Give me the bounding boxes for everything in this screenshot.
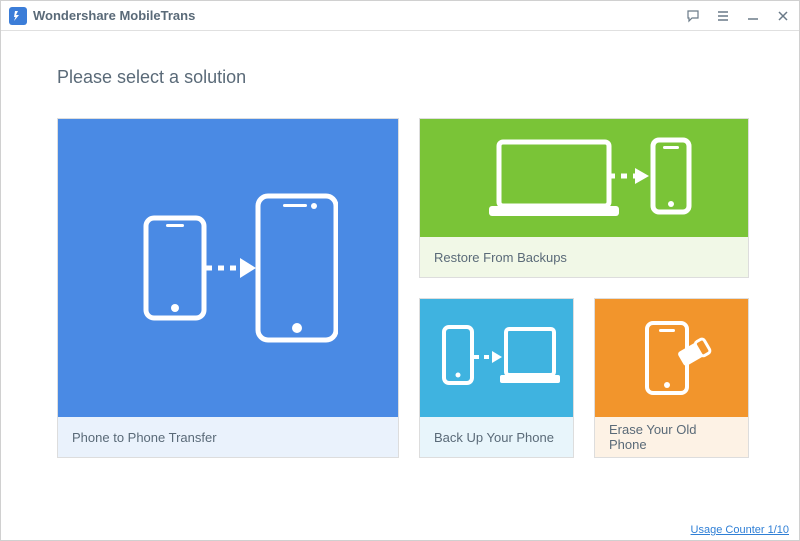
main-content: Please select a solution: [1, 31, 799, 458]
app-title: Wondershare MobileTrans: [33, 8, 685, 23]
tile-phone-to-phone-transfer[interactable]: Phone to Phone Transfer: [57, 118, 399, 458]
menu-icon[interactable]: [715, 8, 731, 24]
tile-label: Phone to Phone Transfer: [58, 417, 398, 457]
window-controls: [685, 8, 791, 24]
tile-restore-from-backups[interactable]: Restore From Backups: [419, 118, 749, 278]
minimize-button[interactable]: [745, 8, 761, 24]
app-logo-icon: [9, 7, 27, 25]
backup-icon: [420, 299, 573, 417]
titlebar: Wondershare MobileTrans: [1, 1, 799, 31]
tile-label: Back Up Your Phone: [420, 417, 573, 457]
tile-back-up-your-phone[interactable]: Back Up Your Phone: [419, 298, 574, 458]
feedback-icon[interactable]: [685, 8, 701, 24]
close-button[interactable]: [775, 8, 791, 24]
erase-icon: [595, 299, 748, 417]
transfer-icon: [58, 119, 398, 417]
page-heading: Please select a solution: [57, 67, 743, 88]
tile-erase-your-old-phone[interactable]: Erase Your Old Phone: [594, 298, 749, 458]
tile-label: Erase Your Old Phone: [595, 417, 748, 457]
restore-icon: [420, 119, 748, 237]
solution-grid: Phone to Phone Transfer: [57, 118, 743, 458]
right-column: Restore From Backups: [419, 118, 749, 278]
tile-label: Restore From Backups: [420, 237, 748, 277]
usage-counter-link[interactable]: Usage Counter 1/10: [691, 524, 789, 536]
bottom-row: Back Up Your Phone: [419, 298, 749, 458]
